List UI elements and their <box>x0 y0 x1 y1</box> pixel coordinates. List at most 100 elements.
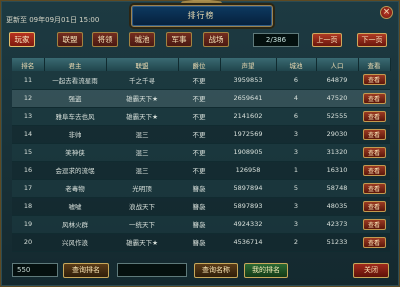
tab-general[interactable]: 将领 <box>92 32 118 47</box>
cell-prestige: 126958 <box>220 161 276 180</box>
cell-cities: 1 <box>276 161 316 180</box>
cell-population: 47520 <box>316 89 358 108</box>
view-button[interactable]: 查看 <box>362 236 386 248</box>
my-rank-button[interactable]: 我的排名 <box>244 263 288 278</box>
cell-alliance: 浪战天下 <box>106 197 178 216</box>
cell-rank: 11 <box>12 71 44 90</box>
table-row: 18 嘘嘘 浪战天下 簪袅 5897893 3 48035 查看 <box>12 197 390 216</box>
cell-alliance: 雄霸天下★ <box>106 233 178 252</box>
tab-city[interactable]: 城池 <box>129 32 155 47</box>
cell-prestige: 2141602 <box>220 107 276 126</box>
tab-player[interactable]: 玩家 <box>9 32 35 47</box>
cell-view: 查看 <box>358 89 390 108</box>
header-population: 人口 <box>316 58 359 71</box>
cell-cities: 6 <box>276 107 316 126</box>
cell-lord: 雅阜车去也风 <box>44 107 106 126</box>
cell-view: 查看 <box>358 215 390 234</box>
cell-population: 58748 <box>316 179 358 198</box>
cell-cities: 4 <box>276 89 316 108</box>
header-alliance: 联盟 <box>106 58 179 71</box>
cell-prestige: 2659641 <box>220 89 276 108</box>
cell-title: 簪袅 <box>178 215 220 234</box>
cell-rank: 17 <box>12 179 44 198</box>
cell-view: 查看 <box>358 71 390 90</box>
window-title: 排行榜 <box>187 11 215 20</box>
cell-alliance: 一统天下 <box>106 215 178 234</box>
cell-lord: 嘘嘘 <box>44 197 106 216</box>
table-row: 19 风林火群 一统天下 簪袅 4924332 3 42373 查看 <box>12 215 390 234</box>
page-indicator: 2/386 <box>253 33 299 47</box>
cell-population: 64879 <box>316 71 358 90</box>
tab-battlefield[interactable]: 战场 <box>203 32 229 47</box>
query-rank-button[interactable]: 查询排名 <box>63 263 109 278</box>
prev-page-button[interactable]: 上一页 <box>312 33 342 47</box>
cell-title: 不更 <box>178 143 220 162</box>
view-button[interactable]: 查看 <box>362 128 386 140</box>
cell-title: 簪袅 <box>178 179 220 198</box>
view-button[interactable]: 查看 <box>362 182 386 194</box>
table-row: 15 笑神侠 混三 不更 1908905 3 31320 查看 <box>12 143 390 162</box>
cell-population: 29030 <box>316 125 358 144</box>
cell-view: 查看 <box>358 107 390 126</box>
cell-prestige: 5897894 <box>220 179 276 198</box>
cell-title: 不更 <box>178 125 220 144</box>
cell-view: 查看 <box>358 161 390 180</box>
cell-prestige: 1908905 <box>220 143 276 162</box>
header-rank: 排名 <box>12 58 45 71</box>
next-page-button[interactable]: 下一页 <box>357 33 387 47</box>
cell-alliance: 光明顶 <box>106 179 178 198</box>
cell-lord: 会逗求的流氓 <box>44 161 106 180</box>
name-search-input[interactable] <box>117 263 187 277</box>
cell-view: 查看 <box>358 143 390 162</box>
table-header-row: 排名 君主 联盟 爵位 声望 城池 人口 查看 <box>12 58 391 71</box>
view-button[interactable]: 查看 <box>362 218 386 230</box>
view-button[interactable]: 查看 <box>362 110 386 122</box>
tab-alliance[interactable]: 联盟 <box>57 32 83 47</box>
cell-rank: 15 <box>12 143 44 162</box>
cell-lord: 风林火群 <box>44 215 106 234</box>
view-button[interactable]: 查看 <box>362 164 386 176</box>
cell-alliance: 雄霸天下★ <box>106 89 178 108</box>
table-row: 17 老毒物 光明顶 簪袅 5897894 5 58748 查看 <box>12 179 390 198</box>
table-row: 20 兴风作浪 雄霸天下★ 簪袅 4536714 2 51233 查看 <box>12 233 390 252</box>
cell-prestige: 1972569 <box>220 125 276 144</box>
cell-rank: 12 <box>12 89 44 108</box>
cell-view: 查看 <box>358 233 390 252</box>
cell-rank: 13 <box>12 107 44 126</box>
table-row: 11 一起去看流星雨 千之千寻 不更 3959853 6 64879 查看 <box>12 71 390 90</box>
rank-search-input[interactable]: 550 <box>12 263 58 277</box>
table-row: 13 雅阜车去也风 雄霸天下★ 不更 2141602 6 52555 查看 <box>12 107 390 126</box>
cell-alliance: 雄霸天下★ <box>106 107 178 126</box>
cell-prestige: 4536714 <box>220 233 276 252</box>
cell-population: 16310 <box>316 161 358 180</box>
cell-rank: 19 <box>12 215 44 234</box>
cell-population: 48035 <box>316 197 358 216</box>
cell-alliance: 混三 <box>106 161 178 180</box>
cell-alliance: 混三 <box>106 143 178 162</box>
view-button[interactable]: 查看 <box>362 92 386 104</box>
cell-prestige: 4924332 <box>220 215 276 234</box>
cell-rank: 18 <box>12 197 44 216</box>
header-prestige: 声望 <box>220 58 277 71</box>
view-button[interactable]: 查看 <box>362 74 386 86</box>
cell-lord: 兴风作浪 <box>44 233 106 252</box>
cell-title: 簪袅 <box>178 197 220 216</box>
close-icon[interactable]: × <box>380 6 393 19</box>
cell-cities: 3 <box>276 143 316 162</box>
cell-lord: 强盗 <box>44 89 106 108</box>
cell-alliance: 千之千寻 <box>106 71 178 90</box>
cell-title: 簪袅 <box>178 233 220 252</box>
tab-military[interactable]: 军事 <box>166 32 192 47</box>
leaderboard-window: 排行榜 × 更新至 09年09月01日 15:00 玩家 联盟 将领 城池 军事… <box>0 0 400 287</box>
view-button[interactable]: 查看 <box>362 200 386 212</box>
cell-view: 查看 <box>358 179 390 198</box>
ranking-table: 排名 君主 联盟 爵位 声望 城池 人口 查看 11 一起去看流星雨 千之千寻 … <box>12 58 391 252</box>
cell-cities: 5 <box>276 179 316 198</box>
table-row: 14 非帅 混三 不更 1972569 3 29030 查看 <box>12 125 390 144</box>
cell-alliance: 混三 <box>106 125 178 144</box>
view-button[interactable]: 查看 <box>362 146 386 158</box>
cell-title: 不更 <box>178 89 220 108</box>
query-name-button[interactable]: 查询名称 <box>194 263 238 278</box>
close-button[interactable]: 关闭 <box>353 263 389 278</box>
cell-title: 不更 <box>178 71 220 90</box>
